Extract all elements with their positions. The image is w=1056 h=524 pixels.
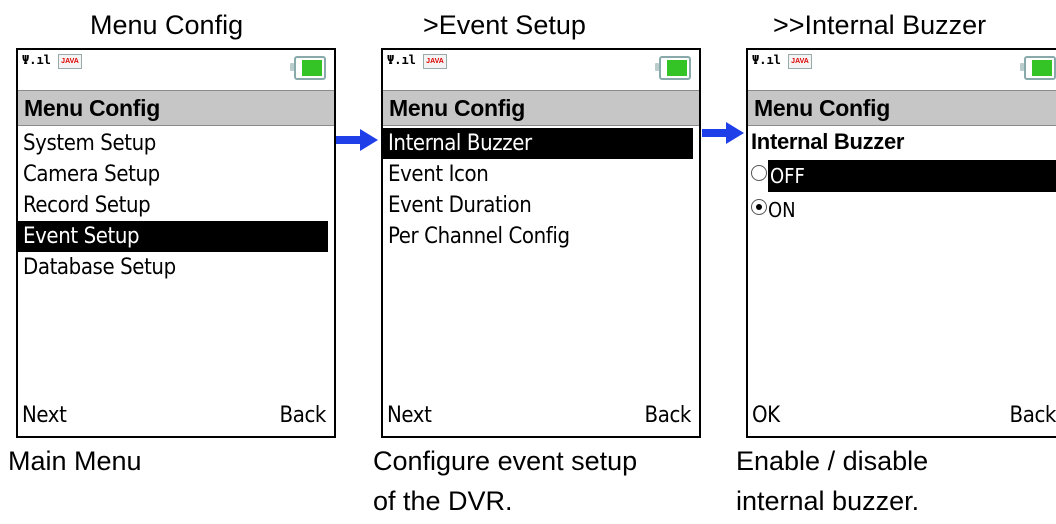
signal-icon: Ψ.ıl <box>752 53 781 67</box>
softkey-next[interactable]: Next <box>387 403 432 428</box>
caption-event-setup-line1: Configure event setup <box>373 446 638 476</box>
radio-checked-icon[interactable] <box>751 199 767 215</box>
menu-item-event-icon[interactable]: Event Icon <box>383 159 699 190</box>
java-badge: JAVA <box>58 54 82 69</box>
softkey-bar: Next Back <box>18 396 334 436</box>
menu-item-event-setup[interactable]: Event Setup <box>18 221 328 252</box>
battery-icon <box>655 56 691 80</box>
softkey-bar: Next Back <box>383 396 699 436</box>
softkey-next[interactable]: Next <box>22 403 67 428</box>
battery-icon <box>1020 56 1056 80</box>
signal-icon: Ψ.ıl <box>22 53 51 67</box>
java-badge: JAVA <box>423 54 447 69</box>
caption-buzzer-line1: Enable / disable <box>736 446 929 476</box>
phone-screen-event-setup: Ψ.ıl JAVA Menu Config Internal Buzzer Ev… <box>381 48 701 438</box>
screen-title: Menu Config <box>18 90 334 126</box>
heading-menu-config: Menu Config <box>90 10 244 40</box>
phone-screen-main-menu: Ψ.ıl JAVA Menu Config System Setup Camer… <box>16 48 336 438</box>
menu-item-per-channel-config[interactable]: Per Channel Config <box>383 221 699 252</box>
arrow-right-icon <box>702 122 744 144</box>
caption-main-menu: Main Menu <box>8 446 142 476</box>
radio-option-on[interactable]: ON <box>748 192 1056 226</box>
menu-item-database-setup[interactable]: Database Setup <box>18 252 334 283</box>
radio-unchecked-icon[interactable] <box>751 165 767 181</box>
status-bar: Ψ.ıl JAVA <box>18 50 334 90</box>
menu-item-system-setup[interactable]: System Setup <box>18 128 334 159</box>
java-badge: JAVA <box>788 54 812 69</box>
heading-internal-buzzer: >>Internal Buzzer <box>773 10 987 40</box>
phone-screen-internal-buzzer: Ψ.ıl JAVA Menu Config Internal Buzzer OF… <box>746 48 1056 438</box>
field-label-internal-buzzer: Internal Buzzer <box>751 129 905 154</box>
signal-icon: Ψ.ıl <box>387 53 416 67</box>
screen-title: Menu Config <box>748 90 1056 126</box>
screen-title: Menu Config <box>383 90 699 126</box>
softkey-back[interactable]: Back <box>645 403 692 428</box>
menu-item-record-setup[interactable]: Record Setup <box>18 190 334 221</box>
radio-label-on[interactable]: ON <box>768 194 796 226</box>
softkey-back[interactable]: Back <box>280 403 327 428</box>
caption-event-setup-line2: of the DVR. <box>373 486 513 516</box>
softkey-ok[interactable]: OK <box>752 403 780 428</box>
menu-item-camera-setup[interactable]: Camera Setup <box>18 159 334 190</box>
softkey-bar: OK Back <box>748 396 1056 436</box>
status-bar: Ψ.ıl JAVA <box>383 50 699 90</box>
menu-item-event-duration[interactable]: Event Duration <box>383 190 699 221</box>
radio-label-off[interactable]: OFF <box>768 160 1056 192</box>
caption-buzzer-line2: internal buzzer. <box>736 486 920 516</box>
menu-item-internal-buzzer[interactable]: Internal Buzzer <box>383 128 693 159</box>
menu-list: Internal Buzzer Event Icon Event Duratio… <box>383 128 699 252</box>
arrow-right-icon <box>336 129 378 151</box>
status-bar: Ψ.ıl JAVA <box>748 50 1056 90</box>
softkey-back[interactable]: Back <box>1010 403 1056 428</box>
radio-option-off[interactable]: OFF <box>748 158 1056 192</box>
battery-icon <box>290 56 326 80</box>
menu-list: System Setup Camera Setup Record Setup E… <box>18 128 334 283</box>
heading-event-setup: >Event Setup <box>423 10 586 40</box>
